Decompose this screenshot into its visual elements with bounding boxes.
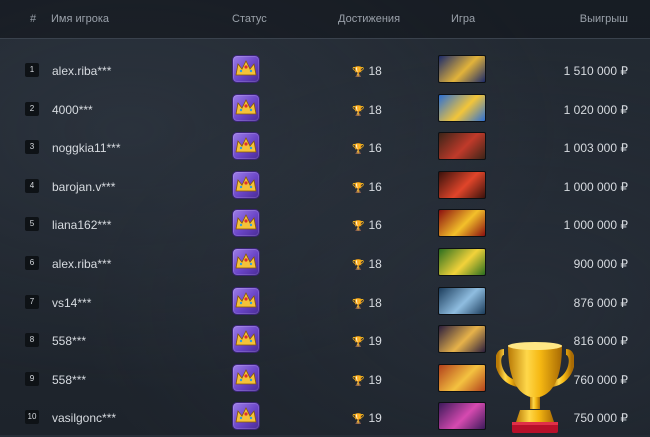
game-thumbnail[interactable] [438,402,486,431]
game-thumbnail[interactable] [438,248,486,276]
achievements-value: 18 [368,102,382,117]
trophy-icon: 🏆 [352,375,365,387]
trophy-icon: 🏆 [352,298,365,310]
player-name[interactable]: 4000*** [52,103,93,117]
winnings-amount: 760 000 ₽ [573,372,628,387]
column-header-name[interactable]: Имя игрока [51,13,109,25]
achievements-value: 18 [368,64,382,78]
table-row[interactable]: 5 liana162*** 🏆 16 1 000 000 ₽ [0,206,650,244]
achievements-count: 🏆 18 [352,64,382,78]
achievements-count: 🏆 18 [352,257,382,271]
crown-badge-icon [232,209,260,238]
table-row[interactable]: 3 noggkia11*** 🏆 16 1 003 000 ₽ [0,129,650,167]
player-name[interactable]: noggkia11*** [52,141,121,155]
winnings-amount: 1 510 000 ₽ [563,64,628,78]
trophy-icon: 🏆 [352,337,365,349]
crown-badge-icon [232,132,260,161]
achievements-count: 🏆 18 [352,103,382,117]
achievements-count: 🏆 19 [352,411,382,425]
player-name[interactable]: 558*** [52,334,86,348]
game-thumbnail[interactable] [438,55,486,83]
rank-badge: 1 [25,63,39,77]
crown-badge-icon [232,402,260,431]
achievements-value: 18 [368,257,382,271]
winnings-amount: 1 000 000 ₽ [563,179,628,194]
winnings-amount: 900 000 ₽ [573,257,628,271]
column-header-status[interactable]: Статус [232,13,267,25]
winnings-amount: 750 000 ₽ [573,411,628,426]
winnings-amount: 1 020 000 ₽ [563,102,628,117]
crown-badge-icon [232,363,260,392]
player-name[interactable]: alex.riba*** [52,257,111,271]
crown-badge-icon [232,286,260,315]
table-row[interactable]: 7 vs14*** 🏆 18 876 000 ₽ [0,284,650,322]
achievements-value: 18 [368,295,382,310]
column-header-winnings[interactable]: Выигрыш [580,13,628,25]
achievements-count: 🏆 16 [352,180,382,194]
rank-badge: 6 [25,256,39,270]
achievements-value: 16 [368,179,382,194]
table-row[interactable]: 6 alex.riba*** 🏆 18 900 000 ₽ [0,245,650,283]
rank-badge: 2 [25,101,39,116]
trophy-icon: 🏆 [352,105,365,117]
winnings-amount: 1 003 000 ₽ [563,141,628,156]
game-thumbnail[interactable] [438,93,486,122]
achievements-count: 🏆 18 [352,296,382,310]
achievements-count: 🏆 19 [352,334,382,348]
achievements-value: 19 [368,411,382,426]
game-thumbnail[interactable] [438,132,486,161]
column-header-game[interactable]: Игра [451,13,475,25]
game-thumbnail[interactable] [438,363,486,392]
game-thumbnail[interactable] [438,170,486,199]
achievements-value: 16 [368,218,382,233]
game-thumbnail[interactable] [438,325,486,354]
trophy-icon: 🏆 [352,260,365,271]
rank-badge: 7 [25,294,39,309]
player-name[interactable]: alex.riba*** [52,64,111,78]
rank-badge: 10 [25,410,39,425]
trophy-icon: 🏆 [352,221,365,233]
game-thumbnail[interactable] [438,286,486,315]
table-header: # Имя игрока Статус Достижения Игра Выиг… [0,0,650,39]
achievements-value: 19 [368,334,382,349]
achievements-count: 🏆 16 [352,141,382,155]
player-name[interactable]: vasilgonc*** [52,411,116,425]
crown-badge-icon [232,170,260,199]
crown-badge-icon [232,55,260,83]
table-row[interactable]: 1 alex.riba*** 🏆 18 1 510 000 ₽ [0,52,650,90]
column-header-rank: # [30,13,37,25]
player-name[interactable]: 558*** [52,373,86,387]
winnings-amount: 876 000 ₽ [573,295,628,310]
table-row[interactable]: 2 4000*** 🏆 18 1 020 000 ₽ [0,91,650,129]
achievements-value: 16 [368,141,382,156]
crown-badge-icon [232,93,260,122]
column-header-achievements[interactable]: Достижения [338,13,400,25]
crown-badge-icon [232,325,260,354]
player-name[interactable]: barojan.v*** [52,180,115,194]
rank-badge: 8 [25,333,39,348]
rank-badge: 5 [25,217,39,232]
achievements-count: 🏆 16 [352,218,382,232]
rank-badge: 9 [25,371,39,386]
golden-trophy-icon [496,342,574,433]
player-name[interactable]: liana162*** [52,218,111,232]
trophy-icon: 🏆 [352,414,365,426]
rank-badge: 4 [25,178,39,193]
crown-badge-icon [232,248,260,276]
winnings-amount: 816 000 ₽ [573,334,628,349]
achievements-count: 🏆 19 [352,373,382,387]
rank-badge: 3 [25,140,39,155]
trophy-icon: 🏆 [352,182,365,194]
trophy-icon: 🏆 [352,144,365,156]
player-name[interactable]: vs14*** [52,296,91,310]
winnings-amount: 1 000 000 ₽ [563,218,628,233]
game-thumbnail[interactable] [438,209,486,238]
table-row[interactable]: 4 barojan.v*** 🏆 16 1 000 000 ₽ [0,168,650,206]
trophy-icon: 🏆 [352,67,365,78]
achievements-value: 19 [368,372,382,387]
